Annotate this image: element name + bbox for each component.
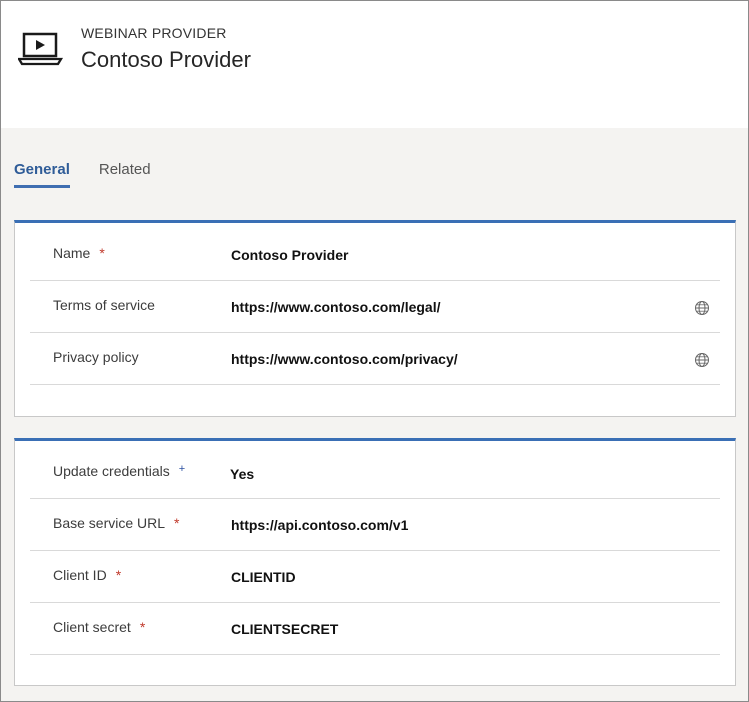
required-marker: * [115, 567, 122, 583]
field-row-client-id: Client ID * CLIENTID [30, 551, 720, 603]
provider-details-section: Name * Contoso Provider Terms of service … [14, 220, 736, 417]
update-credentials-label-text: Update credentials [53, 463, 170, 479]
form-window: WEBINAR PROVIDER Contoso Provider Genera… [0, 0, 749, 702]
tab-related[interactable]: Related [99, 161, 151, 188]
form-tabs: General Related [14, 161, 151, 188]
base-service-url-field[interactable]: https://api.contoso.com/v1 [231, 517, 408, 533]
terms-of-service-label: Terms of service [53, 297, 155, 313]
update-credentials-toggle[interactable]: Yes [230, 466, 254, 482]
update-credentials-label: Update credentials + [53, 463, 185, 479]
privacy-policy-label: Privacy policy [53, 349, 139, 365]
globe-icon[interactable] [694, 300, 710, 316]
field-row-privacy: Privacy policy https://www.contoso.com/p… [30, 333, 720, 385]
name-label-text: Name [53, 245, 91, 261]
field-row-update-credentials: Update credentials + Yes [30, 447, 720, 499]
privacy-policy-field[interactable]: https://www.contoso.com/privacy/ [231, 351, 458, 367]
base-service-url-label: Base service URL * [53, 515, 180, 531]
base-service-url-label-text: Base service URL [53, 515, 166, 531]
required-marker: * [174, 515, 180, 531]
field-row-base-url: Base service URL * https://api.contoso.co… [30, 499, 720, 551]
client-secret-label-text: Client secret [53, 619, 131, 635]
name-label: Name * [53, 245, 105, 261]
client-id-field[interactable]: CLIENTID [231, 569, 296, 585]
required-marker: * [139, 619, 146, 635]
entity-type-label: WEBINAR PROVIDER [81, 25, 227, 41]
field-row-name: Name * Contoso Provider [30, 229, 720, 281]
terms-of-service-field[interactable]: https://www.contoso.com/legal/ [231, 299, 441, 315]
record-title: Contoso Provider [81, 47, 251, 72]
globe-icon[interactable] [694, 352, 710, 368]
client-secret-field[interactable]: CLIENTSECRET [231, 621, 338, 637]
field-row-client-secret: Client secret * CLIENTSECRET [30, 603, 720, 655]
form-header: WEBINAR PROVIDER Contoso Provider [1, 1, 748, 128]
tab-general[interactable]: General [14, 161, 70, 188]
client-id-label-text: Client ID [53, 567, 107, 583]
required-marker: * [99, 245, 105, 261]
credentials-section: Update credentials + Yes Base service URL… [14, 438, 736, 686]
client-secret-label: Client secret * [53, 619, 145, 635]
recommended-marker: + [178, 463, 186, 475]
client-id-label: Client ID * [53, 567, 121, 583]
field-row-terms: Terms of service https://www.contoso.com… [30, 281, 720, 333]
name-field[interactable]: Contoso Provider [231, 247, 348, 263]
laptop-play-icon [18, 32, 64, 66]
